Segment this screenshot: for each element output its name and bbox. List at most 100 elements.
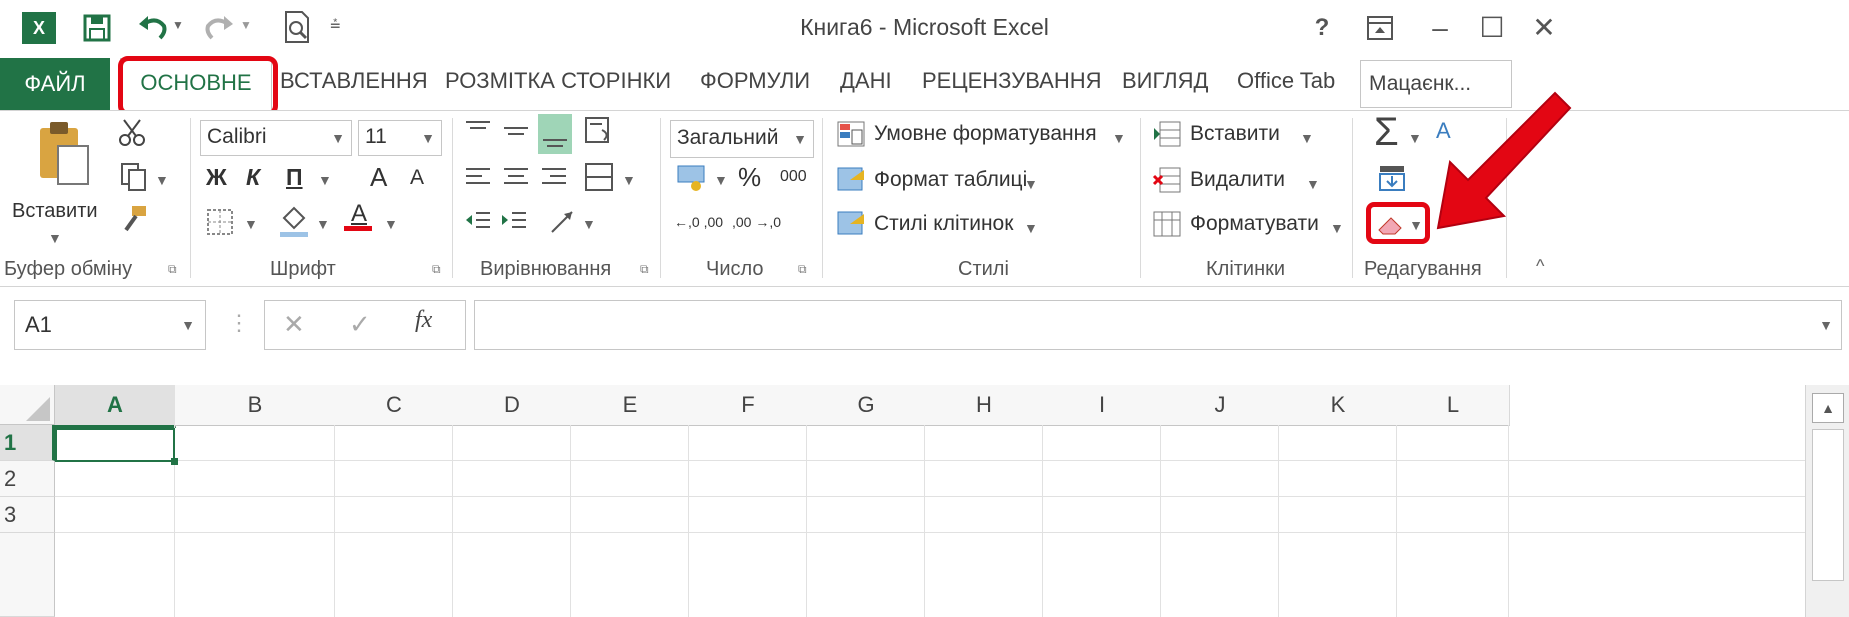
tab-office-tab[interactable]: Office Tab (1237, 68, 1335, 94)
scroll-thumb[interactable] (1812, 429, 1844, 581)
formula-input[interactable]: ▼ (474, 300, 1842, 350)
tab-file[interactable]: ФАЙЛ (0, 58, 110, 110)
row-header-2[interactable]: 2 (0, 461, 55, 497)
font-launcher-icon[interactable]: ⧉ (432, 262, 441, 277)
decrease-decimal-button[interactable]: ,00 →,0 (732, 214, 781, 230)
format-cells-icon[interactable] (1152, 210, 1182, 238)
row-header-1[interactable]: 1 (0, 425, 55, 461)
insert-cells-dropdown-icon[interactable]: ▼ (1300, 130, 1314, 146)
tab-review[interactable]: РЕЦЕНЗУВАННЯ (922, 68, 1101, 94)
borders-icon[interactable] (206, 208, 234, 236)
select-all-corner[interactable] (0, 385, 55, 425)
tab-insert[interactable]: ВСТАВЛЕННЯ (280, 68, 428, 94)
restore-button[interactable]: ☐ (1470, 10, 1514, 46)
cancel-entry-icon[interactable]: ✕ (283, 309, 305, 340)
bottom-align-button[interactable] (538, 114, 572, 154)
copy-icon[interactable] (120, 162, 148, 192)
tab-data[interactable]: ДАНІ (840, 68, 892, 94)
excel-app-icon[interactable]: X (22, 12, 56, 44)
top-align-icon[interactable] (464, 118, 492, 144)
column-header-g[interactable]: G (807, 385, 926, 426)
conditional-formatting-icon[interactable] (836, 120, 866, 148)
copy-dropdown-icon[interactable]: ▼ (155, 172, 169, 188)
column-header-e[interactable]: E (571, 385, 690, 426)
column-header-l[interactable]: L (1397, 385, 1510, 426)
comma-style-button[interactable]: 000 (780, 168, 807, 186)
redo-dropdown-icon[interactable]: ▼ (240, 18, 252, 32)
insert-cells-icon[interactable] (1152, 120, 1182, 148)
format-cells-button[interactable]: Форматувати (1190, 212, 1319, 236)
underline-button[interactable]: П (286, 164, 303, 191)
font-name-select[interactable]: Calibri ▼ (200, 120, 352, 156)
font-size-select[interactable]: 11 ▼ (358, 120, 442, 156)
format-as-table-dropdown-icon[interactable]: ▼ (1024, 176, 1038, 192)
delete-cells-icon[interactable] (1152, 166, 1182, 194)
ribbon-display-options-icon[interactable] (1358, 10, 1402, 46)
align-right-icon[interactable] (540, 164, 568, 190)
fill-handle[interactable] (171, 458, 178, 465)
column-header-k[interactable]: K (1279, 385, 1398, 426)
underline-dropdown-icon[interactable]: ▼ (318, 172, 332, 188)
format-as-table-button[interactable]: Формат таблиці (874, 168, 1027, 192)
minimize-button[interactable]: – (1418, 10, 1462, 46)
increase-decimal-button[interactable]: ←,0 ,00 (674, 214, 723, 230)
autosum-icon[interactable]: Σ (1374, 110, 1399, 155)
tab-page-layout[interactable]: РОЗМІТКА СТОРІНКИ (445, 68, 671, 94)
number-launcher-icon[interactable]: ⧉ (798, 262, 807, 277)
undo-dropdown-icon[interactable]: ▼ (172, 18, 184, 32)
column-header-i[interactable]: I (1043, 385, 1162, 426)
column-header-d[interactable]: D (453, 385, 572, 426)
delete-cells-dropdown-icon[interactable]: ▼ (1306, 176, 1320, 192)
conditional-formatting-button[interactable]: Умовне форматування (874, 122, 1097, 146)
scroll-up-button[interactable]: ▲ (1812, 393, 1844, 423)
orientation-icon[interactable] (584, 116, 614, 146)
percent-button[interactable]: % (738, 162, 761, 193)
redo-icon[interactable] (202, 12, 236, 42)
column-header-h[interactable]: H (925, 385, 1044, 426)
row-header-3[interactable]: 3 (0, 497, 55, 533)
paste-dropdown-icon[interactable]: ▼ (48, 230, 62, 246)
insert-cells-button[interactable]: Вставити (1190, 122, 1280, 146)
column-header-c[interactable]: C (335, 385, 454, 426)
cell-styles-button[interactable]: Стилі клітинок (874, 212, 1013, 236)
cell-styles-dropdown-icon[interactable]: ▼ (1024, 220, 1038, 236)
text-direction-icon[interactable] (548, 206, 578, 236)
save-icon[interactable] (82, 13, 112, 43)
paste-button[interactable]: Вставити (12, 200, 98, 223)
grow-font-button[interactable]: A (370, 162, 387, 193)
paste-icon[interactable] (36, 118, 94, 188)
middle-align-icon[interactable] (502, 118, 530, 144)
accounting-dropdown-icon[interactable]: ▼ (714, 172, 728, 188)
vertical-scrollbar[interactable]: ▲ (1805, 385, 1849, 617)
merge-dropdown-icon[interactable]: ▼ (622, 172, 636, 188)
column-header-j[interactable]: J (1161, 385, 1280, 426)
customize-quick-access-icon[interactable]: ⩮ (330, 14, 341, 35)
merge-center-icon[interactable] (584, 162, 614, 192)
increase-indent-icon[interactable] (500, 208, 528, 234)
formula-bar-resize-handle[interactable]: ⋮ (228, 310, 250, 336)
print-preview-icon[interactable] (282, 10, 312, 44)
conditional-formatting-dropdown-icon[interactable]: ▼ (1112, 130, 1126, 146)
format-cells-dropdown-icon[interactable]: ▼ (1330, 220, 1344, 236)
font-color-button[interactable]: A (344, 200, 374, 231)
insert-function-icon[interactable]: fx (415, 307, 432, 334)
tab-view[interactable]: ВИГЛЯД (1122, 68, 1208, 94)
close-button[interactable]: ✕ (1522, 10, 1566, 46)
alignment-launcher-icon[interactable]: ⧉ (640, 262, 649, 277)
align-center-icon[interactable] (502, 164, 530, 190)
column-header-a[interactable]: A (55, 385, 176, 428)
borders-dropdown-icon[interactable]: ▼ (244, 216, 258, 232)
undo-icon[interactable] (136, 12, 170, 42)
cut-icon[interactable] (118, 118, 146, 148)
column-header-f[interactable]: F (689, 385, 808, 426)
clipboard-launcher-icon[interactable]: ⧉ (168, 262, 177, 277)
font-color-dropdown-icon[interactable]: ▼ (384, 216, 398, 232)
collapse-ribbon-icon[interactable]: ^ (1536, 256, 1544, 277)
fill-color-dropdown-icon[interactable]: ▼ (316, 216, 330, 232)
format-painter-icon[interactable] (120, 204, 150, 234)
help-button[interactable]: ? (1300, 10, 1344, 46)
text-direction-dropdown-icon[interactable]: ▼ (582, 216, 596, 232)
format-as-table-icon[interactable] (836, 166, 866, 194)
fill-color-icon[interactable] (278, 204, 310, 238)
align-left-icon[interactable] (464, 164, 492, 190)
